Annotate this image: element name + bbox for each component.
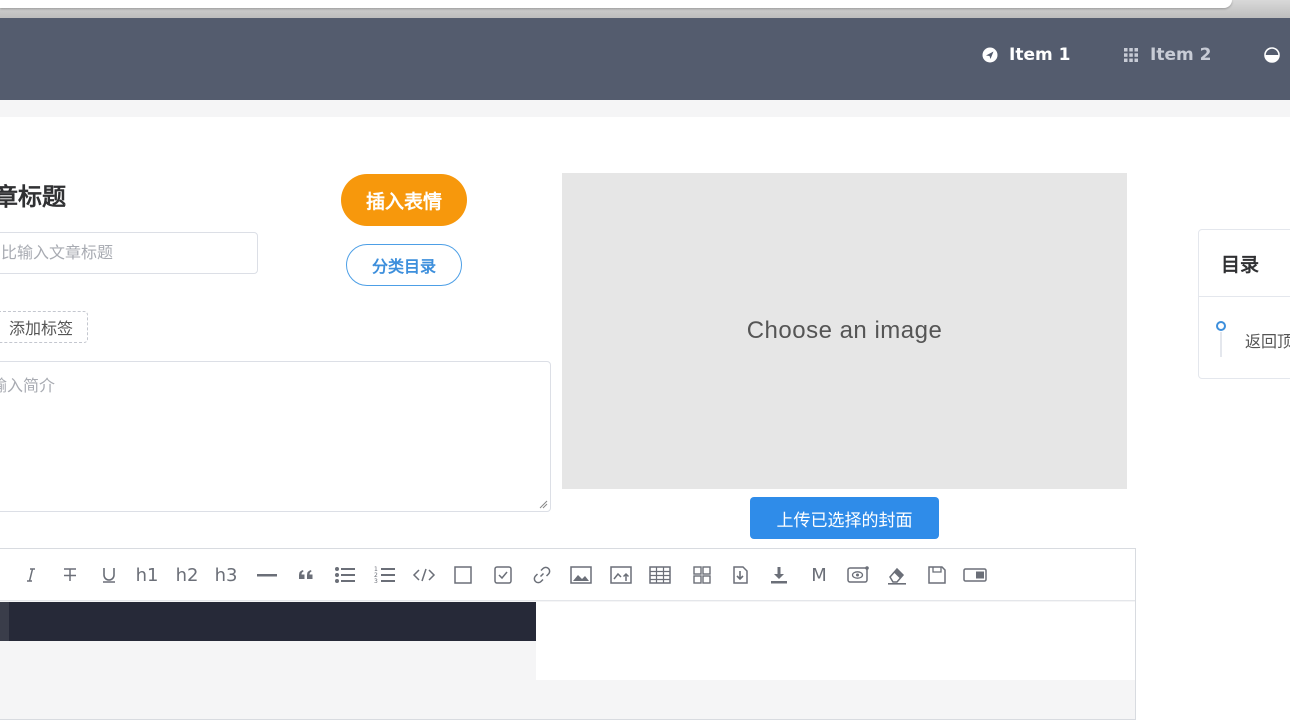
link-icon[interactable]	[530, 563, 554, 587]
underline-icon[interactable]	[97, 563, 121, 587]
timeline-line	[1220, 332, 1222, 357]
code-icon[interactable]	[412, 563, 436, 587]
nav-item-label: Item 1	[1009, 45, 1071, 65]
editor-preview-pane	[536, 602, 1135, 680]
unordered-list-icon[interactable]	[333, 563, 357, 587]
checked-checkbox-icon[interactable]	[491, 563, 515, 587]
quote-icon[interactable]	[294, 563, 318, 587]
editor-page: 章标题 比输入文章标题 插入表情 分类目录 添加标签 输入简介 Choose a…	[0, 117, 1290, 720]
horizontal-rule-icon[interactable]	[255, 563, 279, 587]
preview-icon[interactable]	[846, 563, 870, 587]
toc-title: 目录	[1221, 254, 1260, 276]
svg-text:3: 3	[374, 578, 378, 585]
grid-layout-icon[interactable]	[690, 563, 714, 587]
top-navbar: Item 1 Item 2	[0, 18, 1290, 100]
resize-handle-icon[interactable]	[538, 499, 548, 509]
timeline-dot-icon	[1216, 321, 1226, 331]
table-of-contents: 目录 返回顶	[1198, 229, 1290, 379]
category-button[interactable]: 分类目录	[346, 244, 462, 286]
article-title-label: 章标题	[0, 183, 66, 211]
navigation-icon	[981, 46, 999, 64]
insert-emoji-button[interactable]: 插入表情	[341, 174, 467, 226]
cover-placeholder-text: Choose an image	[746, 317, 943, 344]
heading-3-button[interactable]: h3	[214, 563, 238, 587]
nav-item-1[interactable]: Item 1	[981, 42, 1070, 68]
editor-toolbar: h1 h2 h3 123 M	[0, 549, 1135, 601]
upload-cover-button[interactable]: 上传已选择的封面	[750, 497, 939, 539]
markdown-editor: h1 h2 h3 123 M	[0, 548, 1136, 720]
grid-icon	[1122, 46, 1140, 64]
summary-placeholder: 输入简介	[0, 376, 56, 395]
italic-icon[interactable]	[19, 563, 43, 587]
nav-item-3[interactable]	[1263, 42, 1281, 68]
ordered-list-icon[interactable]: 123	[373, 563, 397, 587]
cover-image-picker[interactable]: Choose an image	[562, 173, 1127, 489]
eraser-icon[interactable]	[885, 563, 909, 587]
heading-2-button[interactable]: h2	[175, 563, 199, 587]
browser-chrome	[0, 0, 1290, 18]
download-icon[interactable]	[767, 563, 791, 587]
add-tag-button[interactable]: 添加标签	[0, 311, 88, 343]
toggle-panel-icon[interactable]	[963, 563, 987, 587]
editor-input-pane[interactable]	[0, 602, 536, 641]
summary-textarea[interactable]: 输入简介	[0, 361, 551, 512]
image-upload-icon[interactable]	[609, 563, 633, 587]
table-icon[interactable]	[648, 563, 672, 587]
nav-item-2[interactable]: Item 2	[1122, 42, 1211, 68]
import-icon[interactable]	[728, 563, 752, 587]
save-icon[interactable]	[925, 563, 949, 587]
gutter	[0, 602, 9, 641]
strikethrough-icon[interactable]	[58, 563, 82, 587]
checkbox-icon[interactable]	[451, 563, 475, 587]
article-title-input[interactable]: 比输入文章标题	[0, 232, 258, 274]
theme-icon	[1263, 46, 1281, 64]
address-bar	[0, 0, 1232, 8]
toc-item-back-to-top[interactable]: 返回顶	[1245, 328, 1290, 352]
nav-item-label: Item 2	[1150, 45, 1212, 65]
heading-1-button[interactable]: h1	[135, 563, 159, 587]
image-icon[interactable]	[569, 563, 593, 587]
markdown-toggle-button[interactable]: M	[807, 563, 831, 587]
toc-divider	[1199, 296, 1290, 297]
